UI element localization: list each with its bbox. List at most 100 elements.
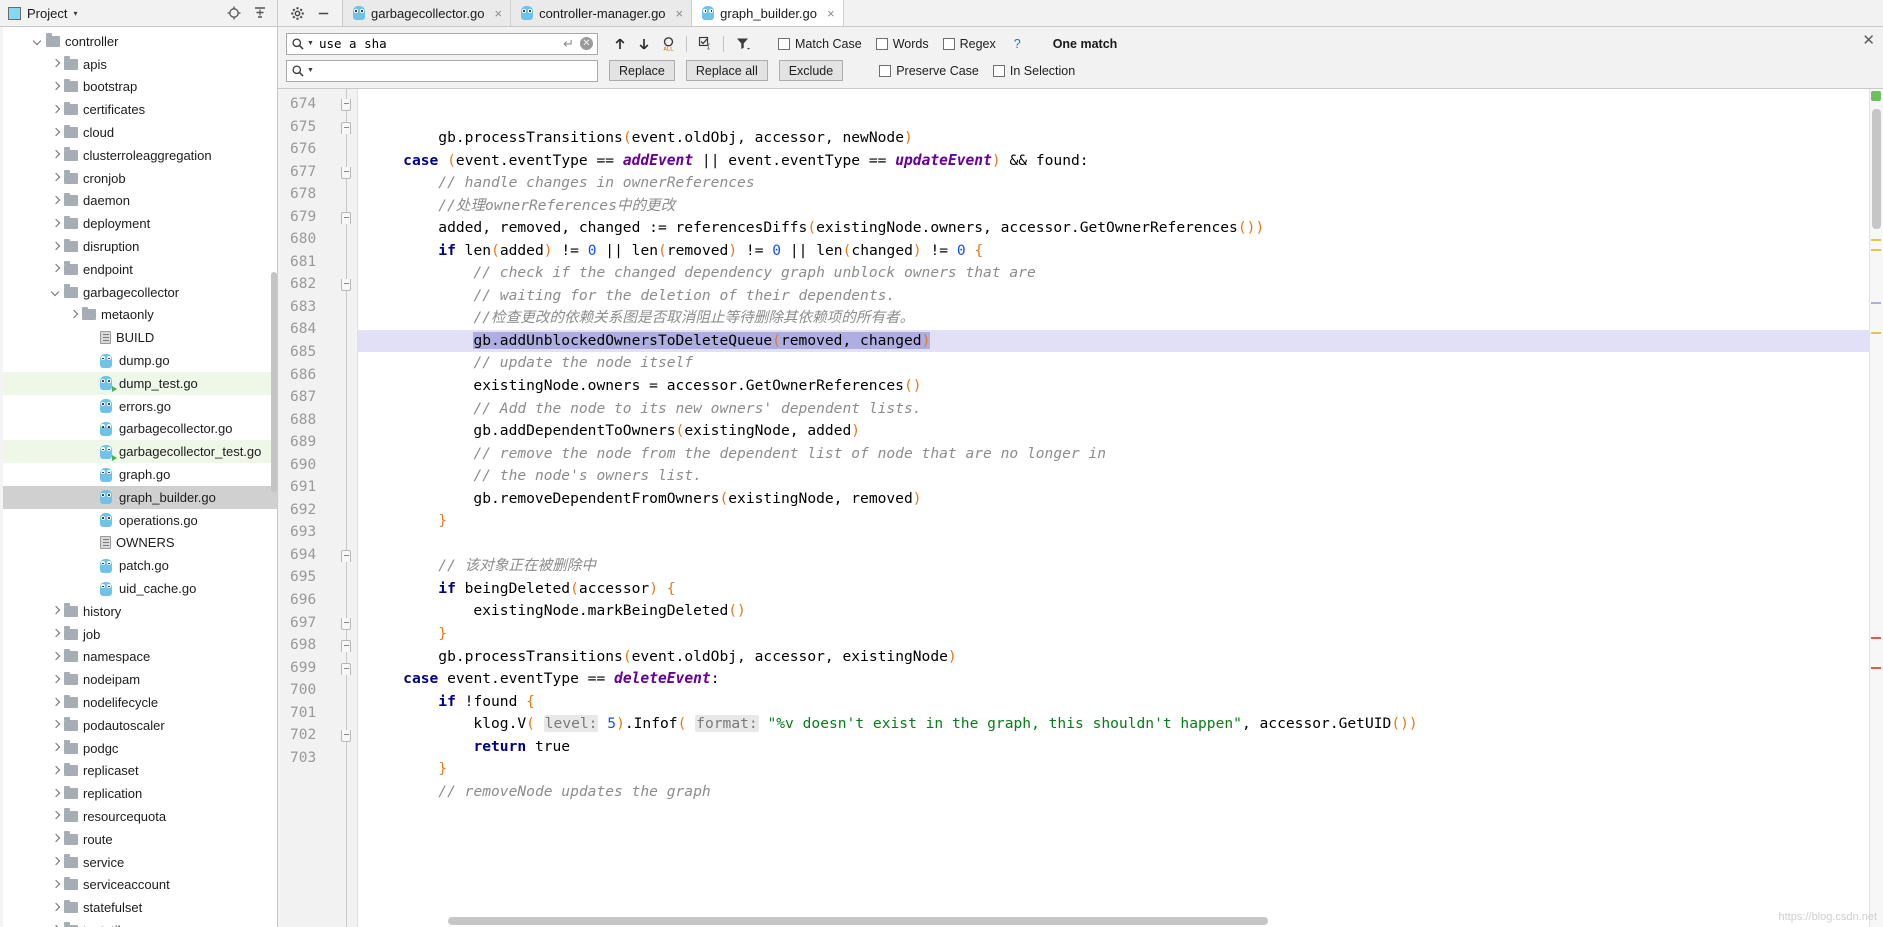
fold-toggle-icon[interactable] xyxy=(341,640,351,653)
error-marker[interactable] xyxy=(1871,637,1881,639)
line-number[interactable]: 674 xyxy=(278,93,357,116)
chevron-right-icon[interactable] xyxy=(50,857,61,868)
line-number[interactable]: 702 xyxy=(278,724,357,747)
replace-history-chevron-icon[interactable]: ▼ xyxy=(307,67,314,74)
line-number[interactable]: 703 xyxy=(278,747,357,770)
project-tree[interactable]: controller apis bootstrap certificates cloud… xyxy=(0,27,278,927)
line-number[interactable]: 682 xyxy=(278,273,357,296)
tree-item-statefulset[interactable]: statefulset xyxy=(0,896,277,919)
line-number[interactable]: 680 xyxy=(278,228,357,251)
line-number[interactable]: 684 xyxy=(278,318,357,341)
chevron-right-icon[interactable] xyxy=(50,811,61,822)
line-number[interactable]: 689 xyxy=(278,431,357,454)
tree-item-cloud[interactable]: cloud xyxy=(0,121,277,144)
line-number[interactable]: 688 xyxy=(278,409,357,432)
tree-item-errors-go[interactable]: errors.go xyxy=(0,395,277,418)
warning-marker[interactable] xyxy=(1871,239,1881,241)
chevron-right-icon[interactable] xyxy=(50,150,61,161)
words-checkbox[interactable]: Words xyxy=(875,37,929,51)
line-number[interactable]: 700 xyxy=(278,679,357,702)
regex-help-link[interactable]: ? xyxy=(1014,37,1021,51)
vertical-scrollbar[interactable] xyxy=(1872,109,1881,229)
chevron-right-icon[interactable] xyxy=(50,902,61,913)
chevron-down-icon[interactable]: ▾ xyxy=(73,9,77,18)
target-icon[interactable] xyxy=(226,5,242,21)
tree-item-clusterroleaggregation[interactable]: clusterroleaggregation xyxy=(0,144,277,167)
code-editor[interactable]: 674 675 676 677 678 679 680 681 682 683 684 685 686 6… xyxy=(278,89,1883,927)
tree-item-disruption[interactable]: disruption xyxy=(0,235,277,258)
line-number[interactable]: 679 xyxy=(278,206,357,229)
inspection-status-icon[interactable] xyxy=(1871,91,1881,101)
run-test-badge-icon[interactable] xyxy=(112,454,117,461)
tree-item-garbagecollector-go[interactable]: garbagecollector.go xyxy=(0,418,277,441)
warning-marker[interactable] xyxy=(1871,249,1881,251)
find-prev-button[interactable] xyxy=(608,33,632,55)
find-next-button[interactable] xyxy=(632,33,656,55)
clear-search-icon[interactable]: ✕ xyxy=(580,37,593,50)
chevron-right-icon[interactable] xyxy=(50,765,61,776)
line-number[interactable]: 690 xyxy=(278,454,357,477)
line-number[interactable]: 691 xyxy=(278,476,357,499)
enter-icon[interactable]: ↵ xyxy=(563,36,574,52)
tree-item-nodeipam[interactable]: nodeipam xyxy=(0,668,277,691)
search-input[interactable]: ▼ use a sha ↵ ✕ xyxy=(286,32,598,55)
tree-item-resourcequota[interactable]: resourcequota xyxy=(0,805,277,828)
line-number[interactable]: 699 xyxy=(278,657,357,680)
tree-item-garbagecollector[interactable]: garbagecollector xyxy=(0,281,277,304)
tree-item-deployment[interactable]: deployment xyxy=(0,212,277,235)
chevron-right-icon[interactable] xyxy=(50,720,61,731)
match-case-checkbox[interactable]: Match Case xyxy=(778,37,862,51)
tree-item-replication[interactable]: replication xyxy=(0,782,277,805)
replace-button[interactable]: Replace xyxy=(609,60,675,81)
tree-item-graph-go[interactable]: graph.go xyxy=(0,463,277,486)
close-icon[interactable]: × xyxy=(676,6,684,21)
select-all-occurrences-button[interactable]: ALL xyxy=(656,33,680,55)
chevron-right-icon[interactable] xyxy=(50,743,61,754)
gear-button[interactable] xyxy=(284,0,310,26)
tree-item-metaonly[interactable]: metaonly xyxy=(0,304,277,327)
line-number-gutter[interactable]: 674 675 676 677 678 679 680 681 682 683 684 685 686 6… xyxy=(278,89,358,927)
line-number[interactable]: 686 xyxy=(278,364,357,387)
line-number[interactable]: 675 xyxy=(278,116,357,139)
tree-item-namespace[interactable]: namespace xyxy=(0,646,277,669)
tree-item-graph-builder-go[interactable]: graph_builder.go xyxy=(0,485,277,509)
chevron-right-icon[interactable] xyxy=(50,81,61,92)
match-marker[interactable] xyxy=(1871,302,1881,304)
warning-marker[interactable] xyxy=(1871,332,1881,334)
line-number[interactable]: 698 xyxy=(278,634,357,657)
line-number[interactable]: 695 xyxy=(278,566,357,589)
line-number[interactable]: 681 xyxy=(278,251,357,274)
chevron-right-icon[interactable] xyxy=(50,127,61,138)
replace-all-button[interactable]: Replace all xyxy=(685,60,768,81)
tree-item-route[interactable]: route xyxy=(0,828,277,851)
code-text[interactable]: gb.processTransitions(event.oldObj, acce… xyxy=(358,89,1869,927)
close-find-panel-button[interactable]: ✕ xyxy=(1862,33,1875,48)
chevron-right-icon[interactable] xyxy=(50,264,61,275)
replace-input[interactable]: ▼ xyxy=(286,59,598,82)
line-number[interactable]: 693 xyxy=(278,521,357,544)
tree-item-serviceaccount[interactable]: serviceaccount xyxy=(0,873,277,896)
line-number[interactable]: 685 xyxy=(278,341,357,364)
horizontal-scrollbar[interactable] xyxy=(448,917,1268,925)
chevron-down-icon[interactable] xyxy=(50,287,61,298)
tree-item-controller[interactable]: controller xyxy=(0,30,277,53)
tree-item-daemon[interactable]: daemon xyxy=(0,190,277,213)
tree-item-garbagecollector-test-go[interactable]: garbagecollector_test.go xyxy=(0,440,277,464)
line-number[interactable]: 678 xyxy=(278,183,357,206)
line-number[interactable]: 692 xyxy=(278,499,357,522)
sidebar-scrollbar[interactable] xyxy=(271,272,277,492)
exclude-button[interactable]: Exclude xyxy=(778,60,844,81)
tree-item-testutil[interactable]: testutil xyxy=(0,919,277,927)
tree-item-nodelifecycle[interactable]: nodelifecycle xyxy=(0,691,277,714)
in-selection-checkbox[interactable]: In Selection xyxy=(992,64,1075,78)
chevron-right-icon[interactable] xyxy=(68,309,79,320)
fold-toggle-icon[interactable] xyxy=(341,99,351,111)
tree-item-apis[interactable]: apis xyxy=(0,53,277,76)
tree-item-podgc[interactable]: podgc xyxy=(0,737,277,760)
line-number[interactable]: 697 xyxy=(278,612,357,635)
fold-toggle-icon[interactable] xyxy=(341,617,351,630)
chevron-right-icon[interactable] xyxy=(50,674,61,685)
project-panel-header[interactable]: Project ▾ xyxy=(0,0,278,26)
tab-controller-manager-go[interactable]: controller-manager.go × xyxy=(511,0,693,26)
tree-item-endpoint[interactable]: endpoint xyxy=(0,258,277,281)
